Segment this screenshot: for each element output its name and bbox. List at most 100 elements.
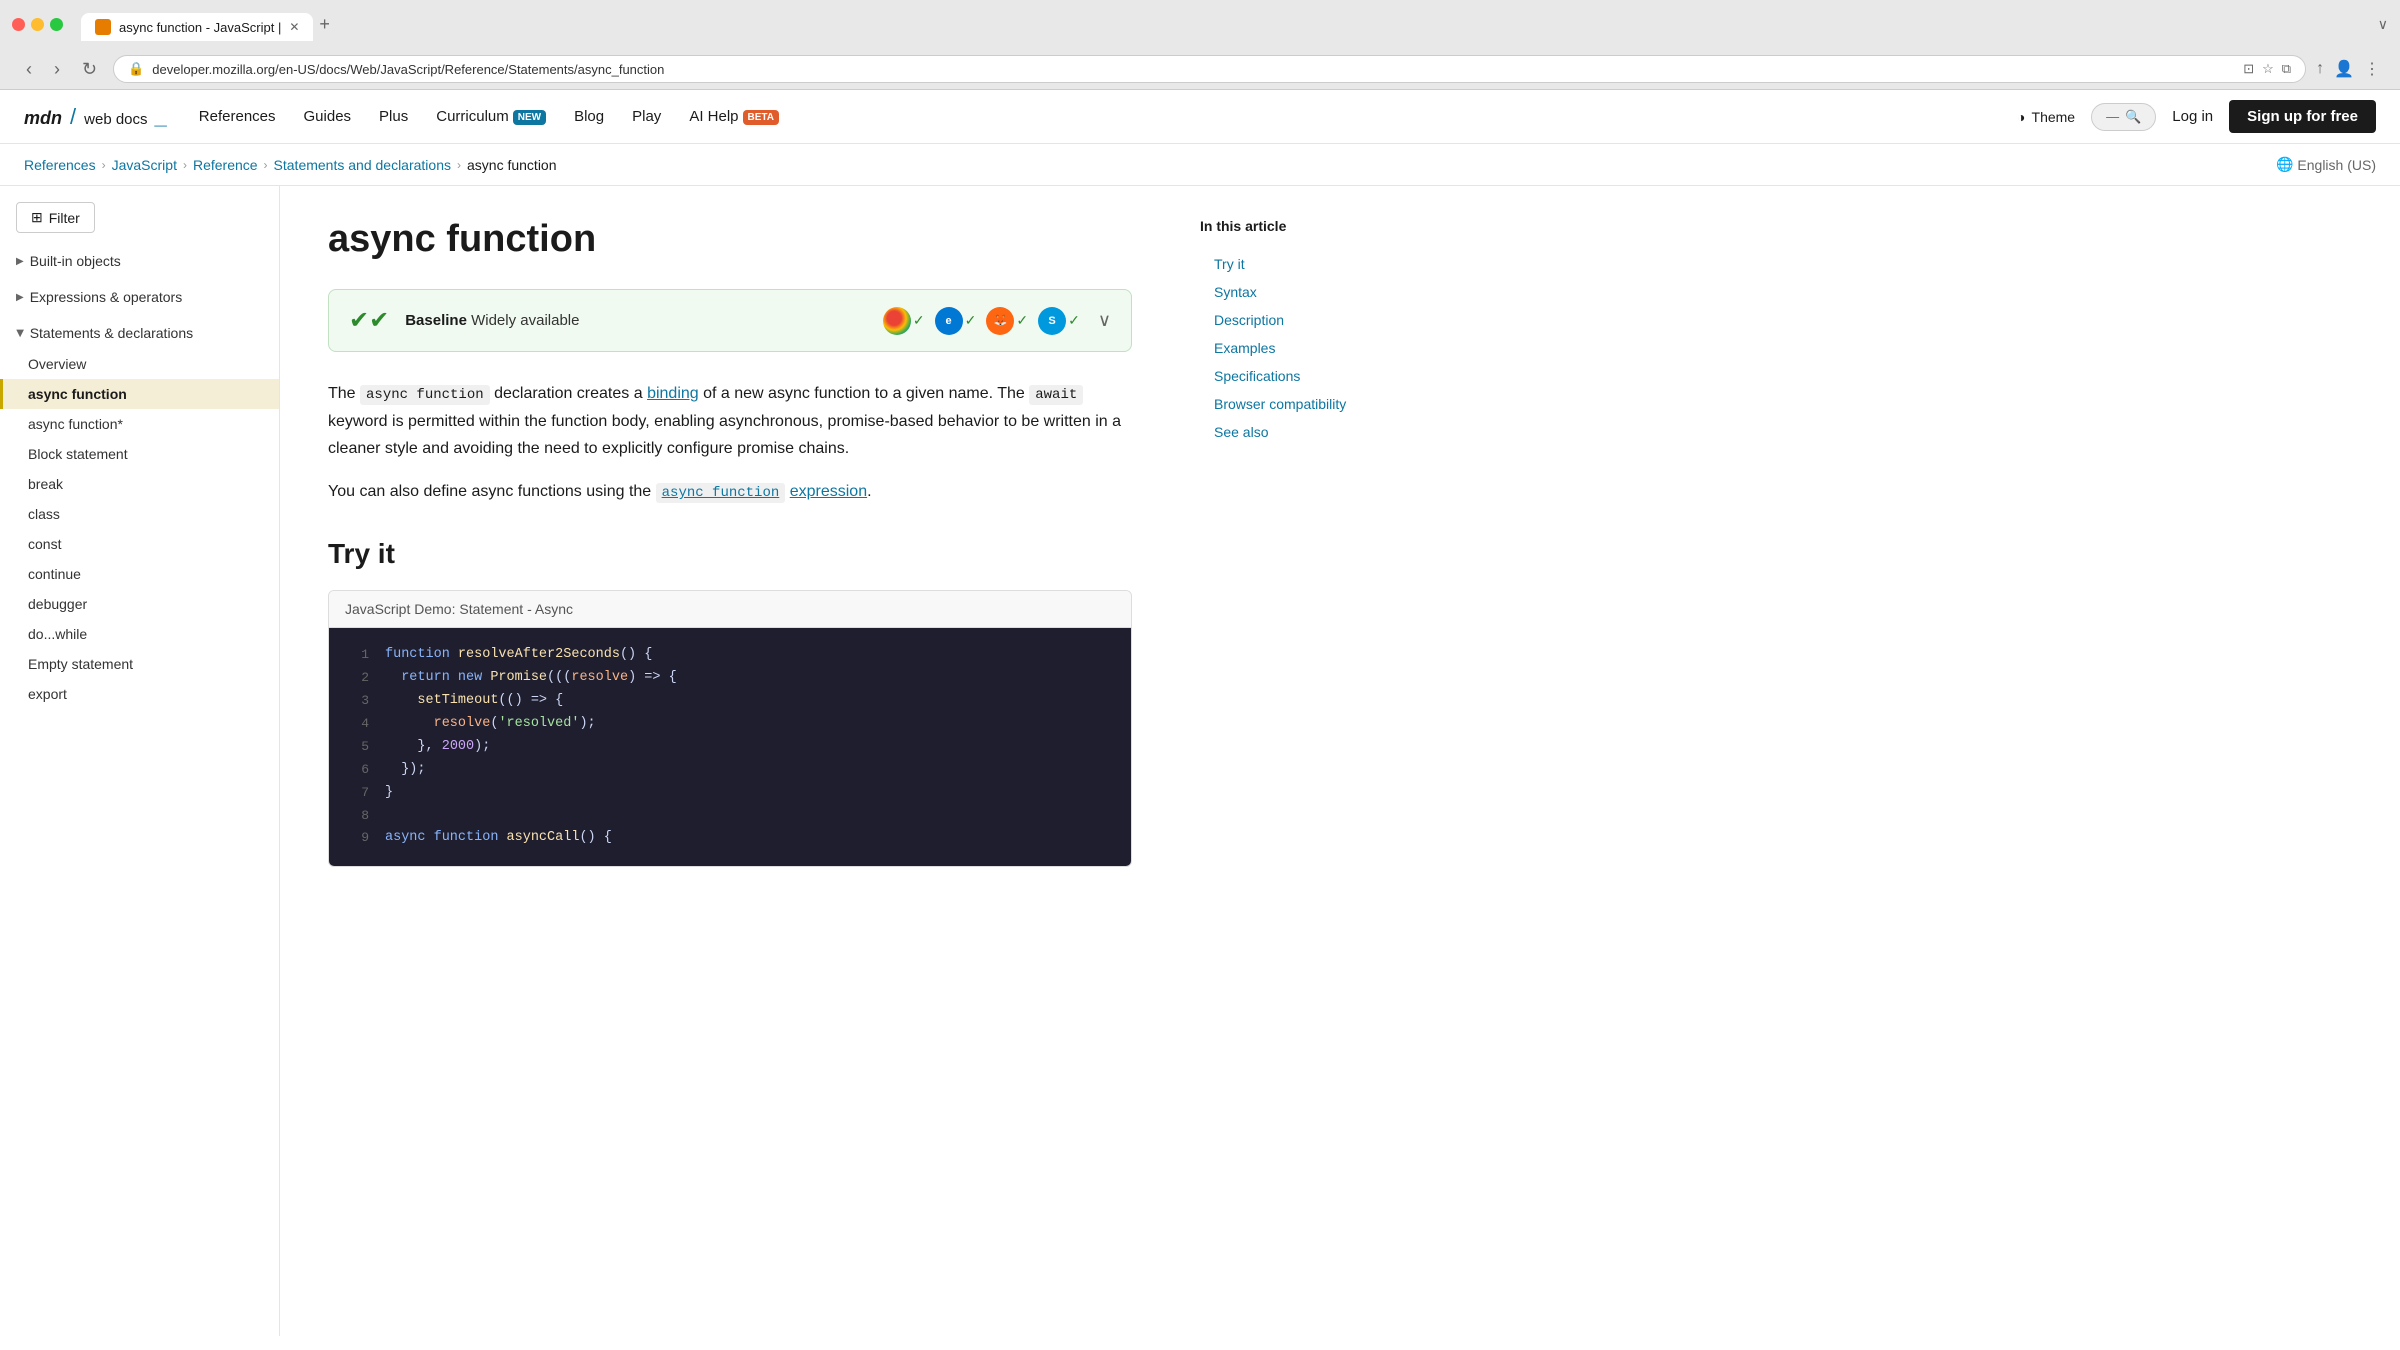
chrome-icon — [883, 307, 911, 335]
main-nav: References Guides Plus CurriculumNEW Blo… — [199, 108, 779, 125]
toc-description[interactable]: Description — [1200, 306, 1380, 334]
search-button[interactable]: — 🔍 — [2091, 103, 2156, 131]
sidebar-item-class[interactable]: class — [0, 499, 279, 529]
sidebar-section-builtin-label: Built-in objects — [30, 253, 121, 269]
binding-link[interactable]: binding — [647, 385, 699, 402]
sidebar: ⊞ Filter ▶ Built-in objects ▶ Expression… — [0, 186, 280, 1336]
line-num-5: 5 — [345, 736, 369, 759]
cast-icon[interactable]: ⊡ — [2243, 61, 2254, 77]
sidebar-item-export[interactable]: export — [0, 679, 279, 709]
close-button[interactable] — [12, 18, 25, 31]
nav-plus[interactable]: Plus — [379, 108, 408, 125]
baseline-label: Baseline — [405, 312, 467, 329]
code-async-expr-link[interactable]: async function — [656, 483, 786, 503]
code-line-9: 9 async function asyncCall() { — [329, 827, 1131, 850]
sidebar-item-debugger[interactable]: debugger — [0, 589, 279, 619]
refresh-button[interactable]: ↻ — [76, 57, 103, 82]
mdn-header: mdn / web docs _ References Guides Plus … — [0, 90, 2400, 144]
breadcrumb-sep-2: › — [183, 158, 187, 172]
sidebar-item-block[interactable]: Block statement — [0, 439, 279, 469]
toc-examples[interactable]: Examples — [1200, 334, 1380, 362]
nav-ai-help[interactable]: AI HelpBETA — [689, 108, 779, 125]
toc-syntax[interactable]: Syntax — [1200, 278, 1380, 306]
extensions-icon[interactable]: ⧉ — [2282, 61, 2291, 77]
address-bar-row: ‹ › ↻ 🔒 developer.mozilla.org/en-US/docs… — [12, 49, 2388, 89]
code-line-3: 3 setTimeout(() => { — [329, 690, 1131, 713]
login-button[interactable]: Log in — [2172, 108, 2213, 125]
share-icon[interactable]: ↑ — [2316, 60, 2324, 78]
nav-blog[interactable]: Blog — [574, 108, 604, 125]
sidebar-item-dowhile[interactable]: do...while — [0, 619, 279, 649]
toc-browser-compat[interactable]: Browser compatibility — [1200, 390, 1380, 418]
nav-curriculum[interactable]: CurriculumNEW — [436, 108, 546, 125]
language-selector[interactable]: 🌐 English (US) — [2276, 156, 2376, 173]
breadcrumb-statements[interactable]: Statements and declarations — [274, 157, 451, 173]
minimize-button[interactable] — [31, 18, 44, 31]
baseline-box: ✔✔ Baseline Widely available ✓ e ✓ 🦊 ✓ — [328, 289, 1132, 352]
beta-badge: BETA — [743, 110, 779, 125]
maximize-button[interactable] — [50, 18, 63, 31]
expand-icon[interactable]: ∨ — [2378, 16, 2388, 33]
nav-play[interactable]: Play — [632, 108, 661, 125]
breadcrumb-javascript[interactable]: JavaScript — [112, 157, 177, 173]
code-demo-header: JavaScript Demo: Statement - Async — [329, 591, 1131, 628]
line-num-1: 1 — [345, 644, 369, 667]
sidebar-item-const[interactable]: const — [0, 529, 279, 559]
sidebar-section-statements: ▶ Statements & declarations Overview asy… — [0, 317, 279, 709]
toc-try-it[interactable]: Try it — [1200, 250, 1380, 278]
sidebar-section-expressions-header[interactable]: ▶ Expressions & operators — [0, 281, 279, 313]
edge-check: ✓ — [965, 312, 977, 329]
tab-close-icon[interactable]: ✕ — [289, 20, 299, 34]
sidebar-item-async-function[interactable]: async function — [0, 379, 279, 409]
line-num-3: 3 — [345, 690, 369, 713]
filter-button[interactable]: ⊞ Filter — [16, 202, 95, 233]
code-demo-wrap: JavaScript Demo: Statement - Async 1 fun… — [328, 590, 1132, 867]
forward-button[interactable]: › — [48, 57, 66, 82]
bookmark-icon[interactable]: ☆ — [2262, 61, 2274, 77]
sidebar-item-continue[interactable]: continue — [0, 559, 279, 589]
address-bar[interactable]: 🔒 developer.mozilla.org/en-US/docs/Web/J… — [113, 55, 2306, 83]
sidebar-section-builtin-header[interactable]: ▶ Built-in objects — [0, 245, 279, 277]
toc-specifications[interactable]: Specifications — [1200, 362, 1380, 390]
sidebar-section-expressions: ▶ Expressions & operators — [0, 281, 279, 313]
signup-button[interactable]: Sign up for free — [2229, 100, 2376, 133]
toc-panel: In this article Try it Syntax Descriptio… — [1180, 186, 1400, 1336]
code-async-function: async function — [360, 385, 490, 405]
code-line-1: 1 function resolveAfter2Seconds() { — [329, 644, 1131, 667]
sidebar-section-statements-header[interactable]: ▶ Statements & declarations — [0, 317, 279, 349]
sidebar-item-async-function-gen[interactable]: async function* — [0, 409, 279, 439]
lang-label: English (US) — [2297, 157, 2376, 173]
nav-references[interactable]: References — [199, 108, 276, 125]
url-text: developer.mozilla.org/en-US/docs/Web/Jav… — [152, 62, 664, 77]
menu-icon[interactable]: ⋮ — [2364, 59, 2380, 79]
breadcrumb-reference[interactable]: Reference — [193, 157, 258, 173]
sidebar-item-break[interactable]: break — [0, 469, 279, 499]
page-title: async function — [328, 218, 1132, 261]
line-num-9: 9 — [345, 827, 369, 850]
tab-favicon — [95, 19, 111, 35]
breadcrumb-references[interactable]: References — [24, 157, 96, 173]
browser-icons: ✓ e ✓ 🦊 ✓ S ✓ ∨ — [883, 307, 1111, 335]
expression-link[interactable]: expression — [790, 483, 867, 500]
code-text-2: return new Promise(((resolve) => { — [385, 667, 677, 690]
sidebar-item-overview[interactable]: Overview — [0, 349, 279, 379]
new-tab-button[interactable]: + — [313, 8, 336, 41]
logo-text: mdn / web docs _ — [24, 104, 167, 130]
code-line-4: 4 resolve('resolved'); — [329, 713, 1131, 736]
theme-button[interactable]: ◑ Theme — [2017, 109, 2075, 125]
toc-see-also[interactable]: See also — [1200, 418, 1380, 446]
tab-bar: async function - JavaScript | ✕ + — [81, 8, 2370, 41]
person-icon[interactable]: 👤 — [2334, 59, 2354, 79]
toc-title: In this article — [1200, 218, 1380, 234]
code-line-8: 8 — [329, 805, 1131, 828]
code-await: await — [1029, 385, 1083, 405]
line-num-6: 6 — [345, 759, 369, 782]
back-button[interactable]: ‹ — [20, 57, 38, 82]
sidebar-item-empty[interactable]: Empty statement — [0, 649, 279, 679]
nav-guides[interactable]: Guides — [304, 108, 352, 125]
mdn-logo[interactable]: mdn / web docs _ — [24, 104, 167, 130]
active-tab[interactable]: async function - JavaScript | ✕ — [81, 13, 313, 41]
tab-title: async function - JavaScript | — [119, 20, 281, 35]
baseline-expand-icon[interactable]: ∨ — [1098, 310, 1111, 331]
intro-paragraph-2: You can also define async functions usin… — [328, 478, 1132, 506]
